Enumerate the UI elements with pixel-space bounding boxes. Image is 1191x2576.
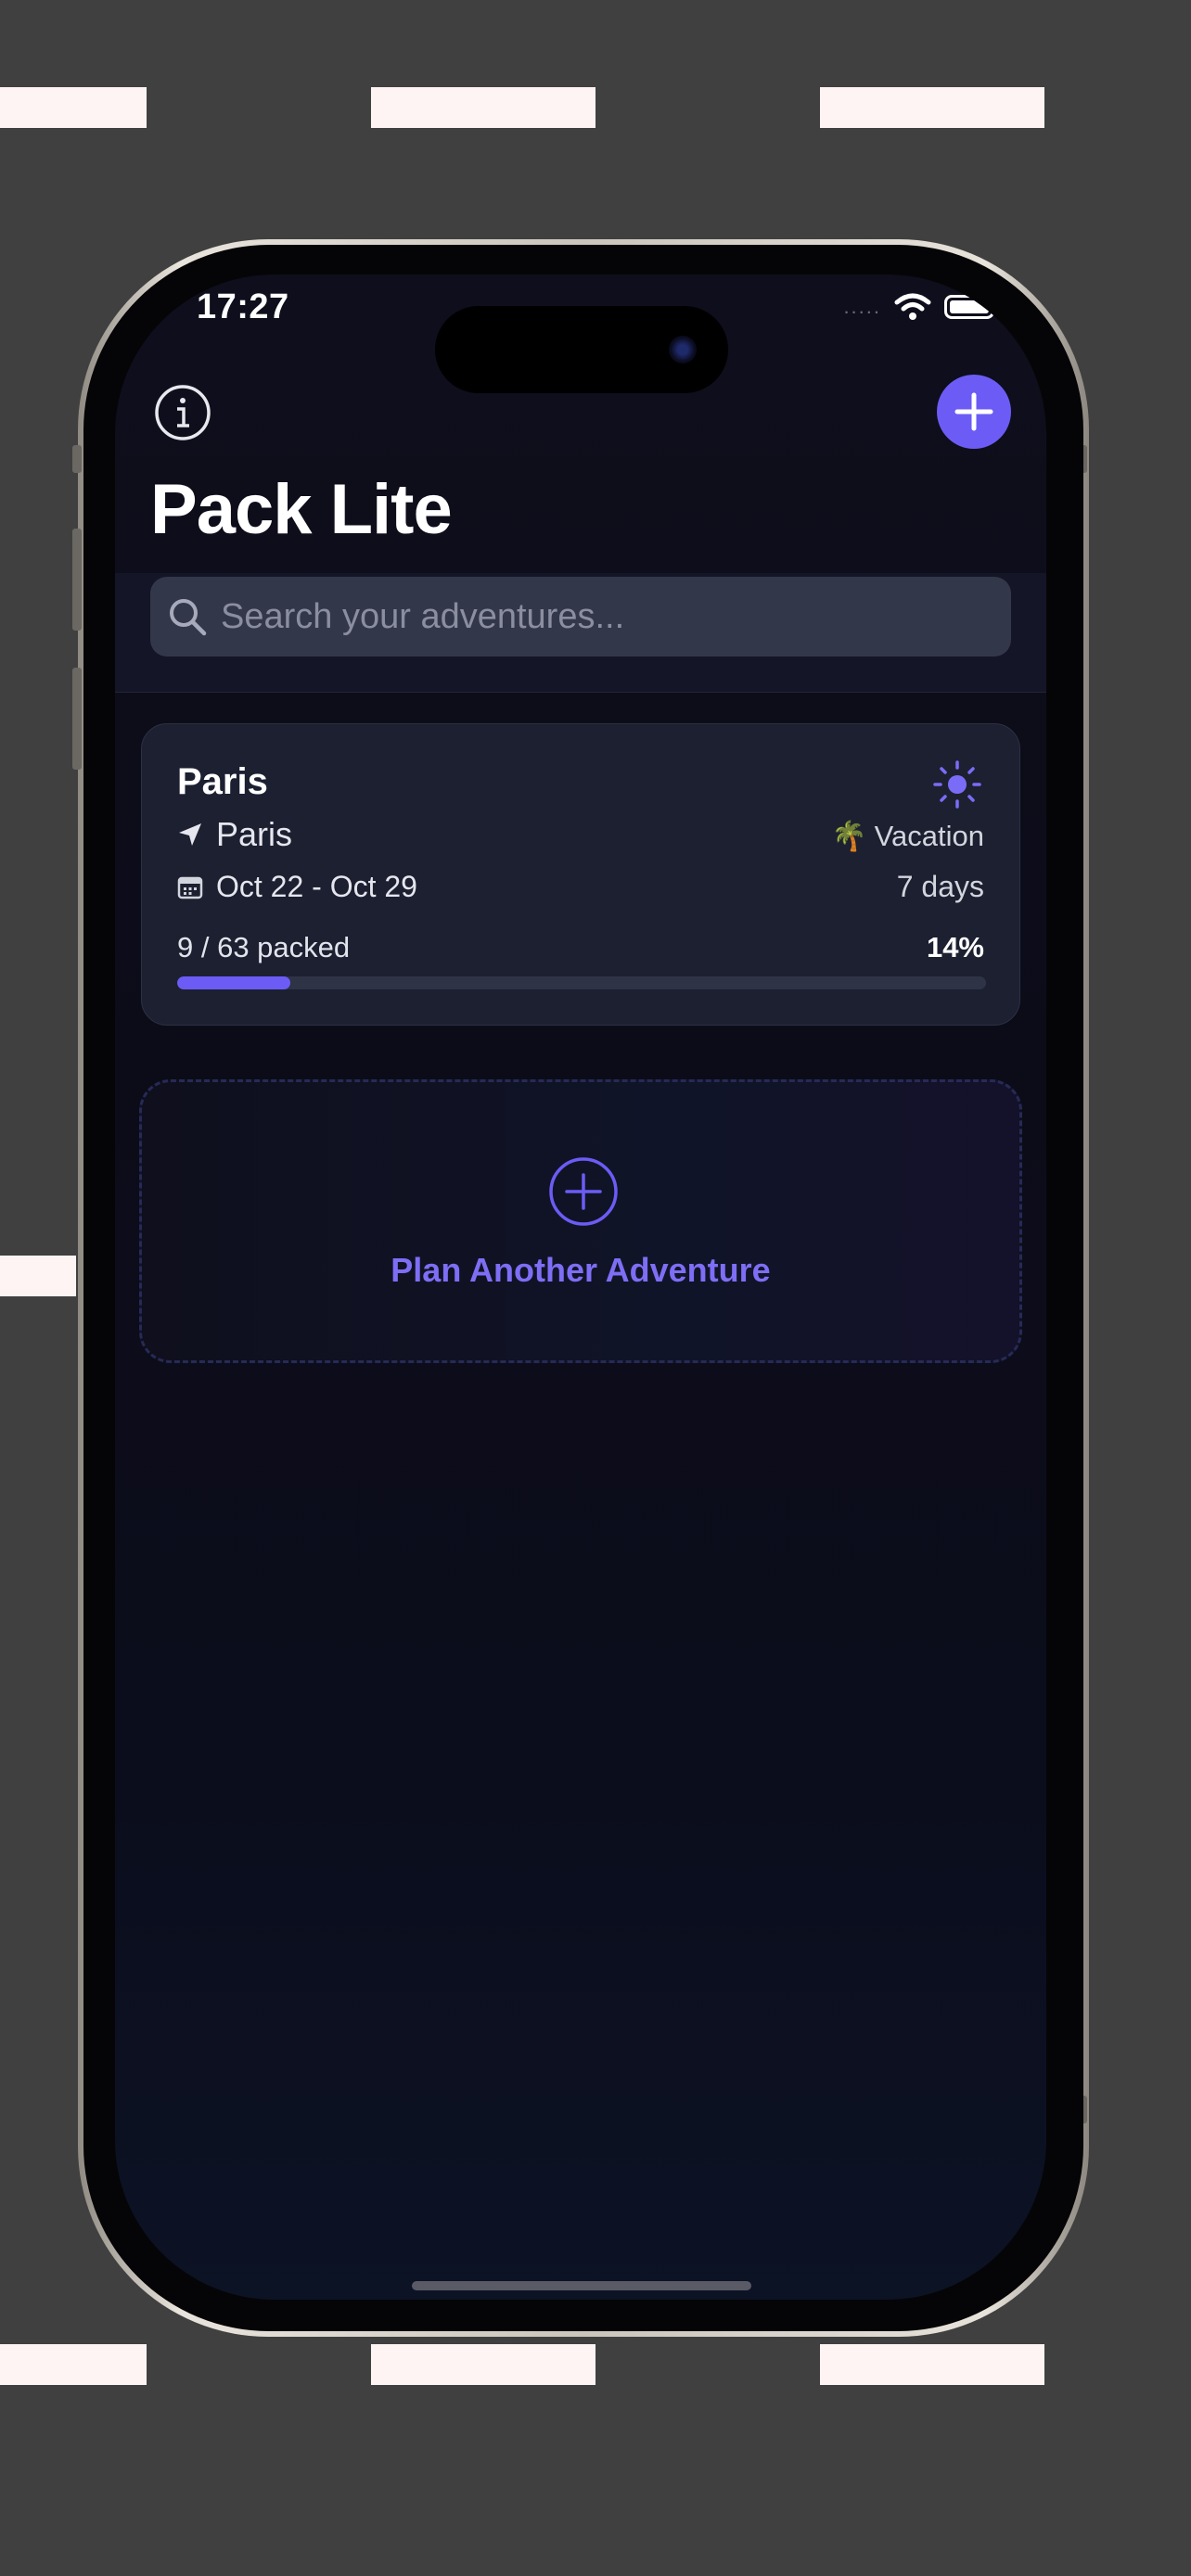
- status-time: 17:27: [197, 287, 289, 326]
- plus-icon: [954, 392, 993, 431]
- trip-type: 🌴 Vacation: [831, 819, 984, 853]
- wifi-icon: [894, 293, 931, 320]
- packed-percent: 14%: [926, 931, 984, 963]
- status-indicators: .....: [843, 293, 998, 321]
- trip-location-label: Paris: [216, 815, 293, 853]
- plan-another-adventure-label: Plan Another Adventure: [391, 1251, 771, 1289]
- plus-circle-icon: [549, 1157, 618, 1226]
- plan-another-adventure-button[interactable]: Plan Another Adventure: [139, 1079, 1022, 1363]
- trip-location: Paris: [177, 815, 292, 854]
- search-bar-container: [115, 573, 1046, 693]
- trip-card[interactable]: Paris Paris 🌴 Vacation Oct 22 - Oct 29 7…: [141, 723, 1020, 1026]
- packed-count: 9 / 63 packed: [177, 931, 351, 963]
- packing-progress-bar: [177, 976, 986, 989]
- marker-bottom-left: [0, 2344, 147, 2385]
- packing-progress-fill: [177, 976, 291, 989]
- trip-type-label: Vacation: [874, 819, 984, 852]
- front-camera: [669, 336, 697, 363]
- battery-icon: [944, 295, 998, 319]
- marker-middle-left: [0, 1256, 76, 1296]
- home-indicator: [412, 2281, 751, 2290]
- volume-up-button: [72, 529, 82, 631]
- sun-icon: [933, 760, 981, 809]
- palm-tree-icon: 🌴: [831, 820, 867, 852]
- app-screen: 17:27 ..... Pack Lite Search your advent…: [115, 274, 1046, 2300]
- add-trip-button[interactable]: [937, 375, 1011, 449]
- info-circle-icon: [155, 385, 211, 440]
- cellular-signal-icon: .....: [843, 295, 881, 318]
- volume-down-button: [72, 668, 82, 770]
- marker-top-right: [820, 87, 1044, 128]
- trip-dates: Oct 22 - Oct 29: [177, 870, 417, 904]
- marker-bottom-right: [820, 2344, 1044, 2385]
- search-icon: [170, 599, 207, 636]
- location-arrow-icon: [179, 823, 201, 846]
- trip-name: Paris: [177, 761, 268, 802]
- marker-top-left: [0, 87, 147, 128]
- calendar-icon: [177, 876, 203, 899]
- dynamic-island: [435, 306, 728, 393]
- trip-dates-label: Oct 22 - Oct 29: [216, 870, 417, 903]
- search-input[interactable]: [219, 595, 1011, 638]
- marker-top-center: [371, 87, 596, 128]
- marker-bottom-center: [371, 2344, 596, 2385]
- page-title: Pack Lite: [150, 470, 453, 549]
- silent-switch: [72, 445, 82, 473]
- trip-duration: 7 days: [896, 870, 984, 903]
- info-button[interactable]: [154, 384, 211, 441]
- search-field[interactable]: [150, 577, 1011, 657]
